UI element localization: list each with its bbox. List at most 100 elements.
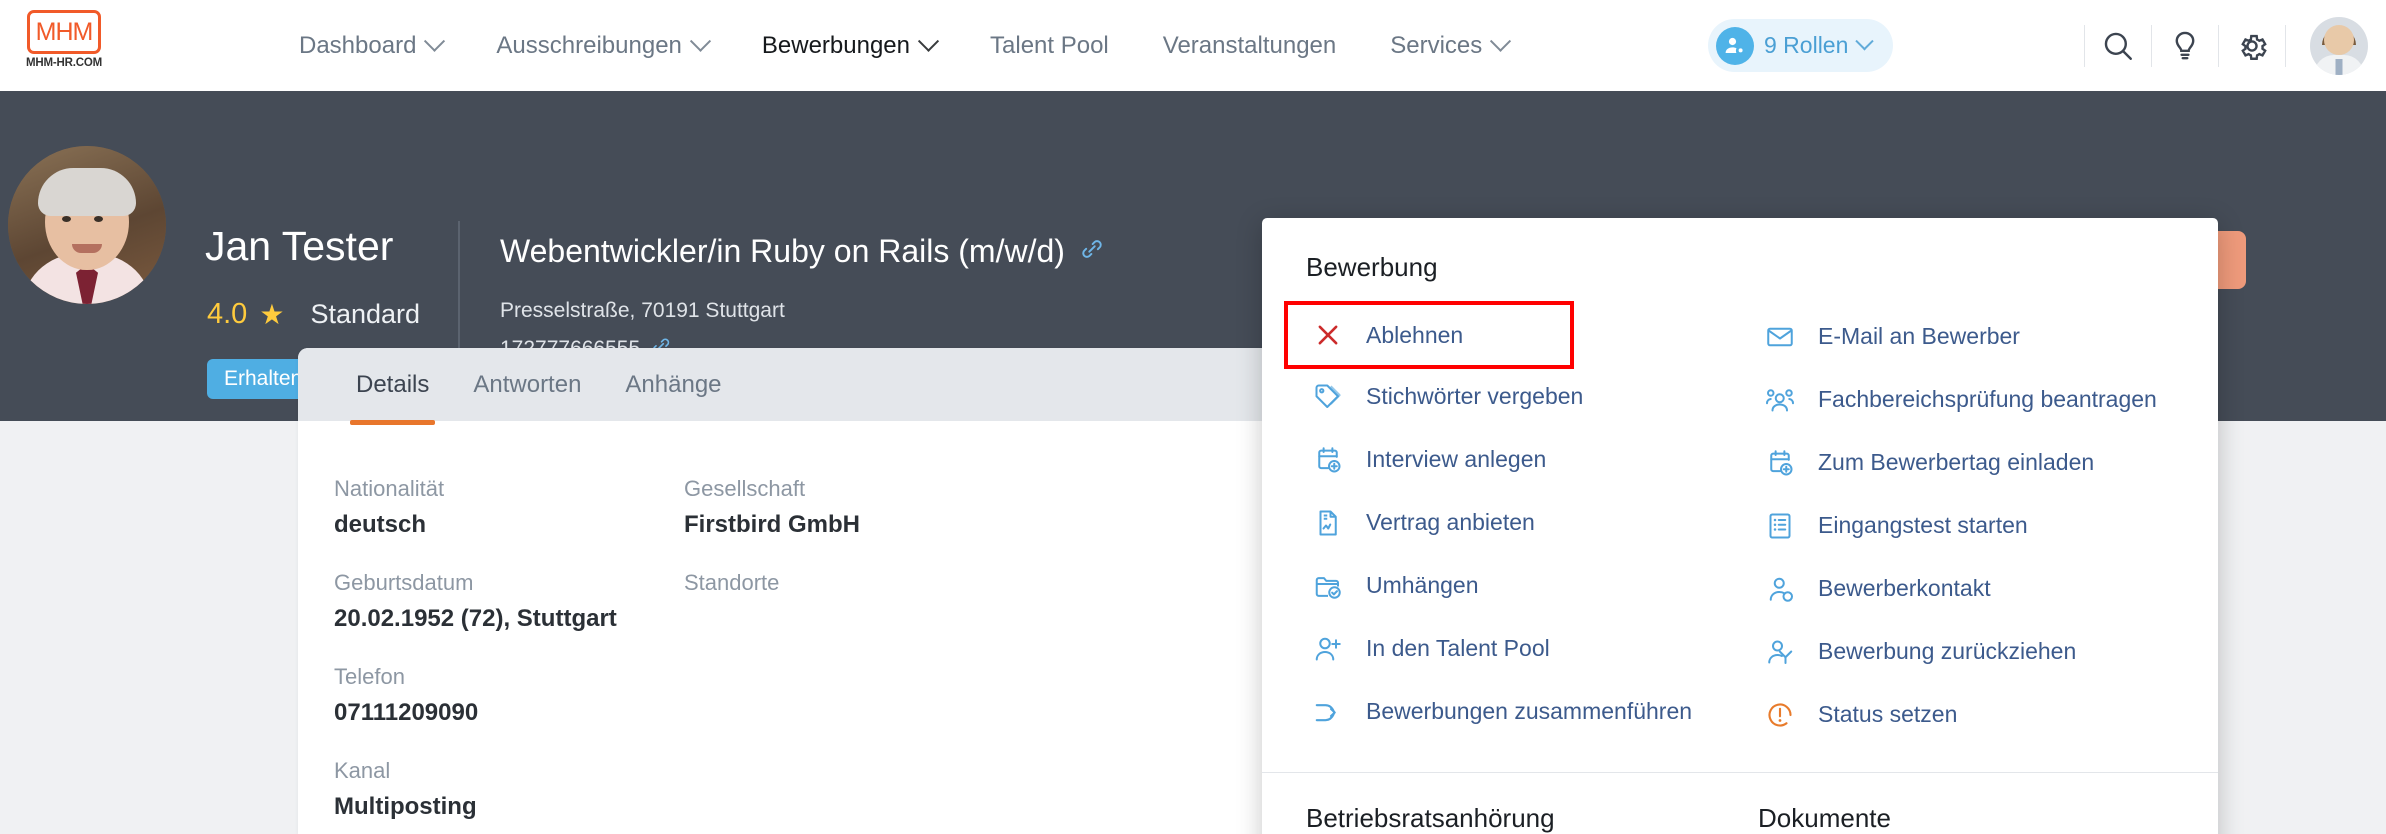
menu-item-email-an-bewerber[interactable]: E-Mail an Bewerber <box>1758 305 2174 368</box>
nav-item-services[interactable]: Services <box>1363 30 1535 60</box>
menu-item-fachbereichspruefung-beantragen[interactable]: Fachbereichsprüfung beantragen <box>1758 368 2174 431</box>
photo-mouth <box>72 243 102 253</box>
contact-address: Presselstraße, 70191 Stuttgart <box>500 299 785 323</box>
chevron-down-icon <box>1490 30 1512 52</box>
menu-footer-sections: Betriebsratsanhörung Dokumente <box>1262 773 2218 834</box>
candidate-photo[interactable] <box>8 146 166 304</box>
candidate-rating: 4.0 ★ Standard <box>207 298 420 331</box>
nav-item-talent-pool[interactable]: Talent Pool <box>963 32 1136 60</box>
menu-item-bewerbungen-zusammenfuehren[interactable]: Bewerbungen zusammenführen <box>1306 680 1722 743</box>
menu-item-stichwoerter-vergeben[interactable]: Stichwörter vergeben <box>1306 365 1722 428</box>
menu-item-label: Interview anlegen <box>1366 446 1547 472</box>
roles-badge-button[interactable]: 9 Rollen <box>1708 19 1894 72</box>
actions-dropdown-panel: Bewerbung Ablehnen Stichwörter vergeben … <box>1262 218 2218 834</box>
menu-items-grid: Ablehnen Stichwörter vergeben Interview … <box>1262 301 2218 772</box>
field-label: Telefon <box>334 664 405 689</box>
list-document-icon <box>1764 510 1796 542</box>
menu-item-label: Vertrag anbieten <box>1366 509 1535 535</box>
nav-item-dashboard[interactable]: Dashboard <box>272 30 469 60</box>
nav-label: Dashboard <box>299 31 417 59</box>
field-value: 20.02.1952 (72), Stuttgart <box>334 605 617 632</box>
menu-section-title-dokumente: Dokumente <box>1758 803 1891 833</box>
nav-label: Services <box>1390 31 1483 59</box>
user-avatar[interactable] <box>2310 16 2368 75</box>
rating-label: Standard <box>310 299 421 329</box>
photo-eye-left <box>62 215 71 222</box>
menu-item-ablehnen[interactable]: Ablehnen <box>1284 301 1574 369</box>
nav-label: Veranstaltungen <box>1162 31 1337 59</box>
menu-item-zum-bewerbertag-einladen[interactable]: Zum Bewerbertag einladen <box>1758 431 2174 494</box>
rating-value: 4.0 <box>207 298 248 330</box>
logo-subtitle: MHM-HR.COM <box>26 57 102 69</box>
nav-item-ausschreibungen[interactable]: Ausschreibungen <box>469 30 734 60</box>
tab-label: Details <box>356 370 430 398</box>
menu-item-interview-anlegen[interactable]: Interview anlegen <box>1306 428 1722 491</box>
avatar-face <box>2324 24 2354 55</box>
nav-label: Bewerbungen <box>761 31 911 59</box>
tab-anhaenge[interactable]: Anhänge <box>603 348 743 421</box>
menu-item-umhaengen[interactable]: Umhängen <box>1306 554 1722 617</box>
photo-hair <box>38 168 136 217</box>
avatar-tie <box>2335 58 2343 75</box>
field-value: deutsch <box>334 511 427 538</box>
menu-column-right: E-Mail an Bewerber Fachbereichsprüfung b… <box>1758 305 2174 746</box>
menu-item-bewerberkontakt[interactable]: Bewerberkontakt <box>1758 557 2174 620</box>
menu-item-label: Bewerberkontakt <box>1818 575 1991 601</box>
field-nationalitaet: Nationalität deutsch <box>334 476 684 539</box>
tab-details[interactable]: Details <box>334 348 451 425</box>
application-root: MHM MHM-HR.COM Dashboard Ausschreibungen… <box>0 0 2386 834</box>
folder-check-icon <box>1312 570 1344 602</box>
menu-item-label: Status setzen <box>1818 701 1958 727</box>
primary-nav: Dashboard Ausschreibungen Bewerbungen Ta… <box>272 0 1535 91</box>
menu-item-in-den-talent-pool[interactable]: In den Talent Pool <box>1306 617 1722 680</box>
calendar-plus-icon <box>1312 444 1344 476</box>
job-title: Webentwickler/in Ruby on Rails (m/w/d) <box>500 233 1105 270</box>
calendar-plus-icon <box>1764 447 1796 479</box>
top-navigation-bar: MHM MHM-HR.COM Dashboard Ausschreibungen… <box>0 0 2386 91</box>
menu-item-label: Stichwörter vergeben <box>1366 383 1584 409</box>
chevron-down-icon <box>689 30 711 52</box>
candidate-name: Jan Tester <box>205 223 394 269</box>
field-kanal: Kanal Multiposting <box>334 758 684 821</box>
menu-column-left: Ablehnen Stichwörter vergeben Interview … <box>1284 301 1722 746</box>
menu-item-eingangstest-starten[interactable]: Eingangstest starten <box>1758 494 2174 557</box>
menu-item-label: Bewerbung zurückziehen <box>1818 638 2077 664</box>
field-telefon: Telefon 07111209090 <box>334 664 684 727</box>
job-title-text: Webentwickler/in Ruby on Rails (m/w/d) <box>500 233 1065 269</box>
logo-text: MHM <box>35 17 94 46</box>
star-icon: ★ <box>259 298 285 330</box>
document-icon <box>1312 507 1344 539</box>
lightbulb-icon[interactable] <box>2152 0 2218 91</box>
chevron-down-icon <box>424 30 446 52</box>
nav-item-veranstaltungen[interactable]: Veranstaltungen <box>1136 32 1363 60</box>
field-label: Geburtsdatum <box>334 570 474 595</box>
menu-item-label: Fachbereichsprüfung beantragen <box>1818 386 2157 412</box>
details-column-left: Nationalität deutsch Geburtsdatum 20.02.… <box>334 476 684 821</box>
nav-label: Talent Pool <box>990 31 1109 59</box>
field-geburtsdatum: Geburtsdatum 20.02.1952 (72), Stuttgart <box>334 570 684 633</box>
roles-badge-label: 9 Rollen <box>1764 32 1849 58</box>
chevron-down-icon <box>917 30 940 52</box>
photo-eye-right <box>94 215 103 222</box>
search-icon[interactable] <box>2085 0 2151 91</box>
nav-item-bewerbungen[interactable]: Bewerbungen <box>735 30 963 60</box>
tab-label: Antworten <box>473 370 582 398</box>
tag-icon <box>1312 381 1344 413</box>
menu-item-status-setzen[interactable]: Status setzen <box>1758 683 2174 746</box>
users-group-icon <box>1764 384 1796 416</box>
gear-icon[interactable] <box>2219 0 2285 91</box>
link-icon[interactable] <box>1079 236 1105 268</box>
x-mark-icon <box>1312 319 1344 351</box>
menu-item-vertrag-anbieten[interactable]: Vertrag anbieten <box>1306 491 1722 554</box>
tab-antworten[interactable]: Antworten <box>451 348 603 421</box>
logo-box-icon: MHM <box>27 10 101 54</box>
brand-logo[interactable]: MHM MHM-HR.COM <box>18 10 110 69</box>
menu-item-bewerbung-zurueckziehen[interactable]: Bewerbung zurückziehen <box>1758 620 2174 683</box>
user-plus-icon <box>1312 633 1344 665</box>
nav-label: Ausschreibungen <box>496 31 682 59</box>
nav-utility-group <box>2084 0 2368 91</box>
menu-item-label: Zum Bewerbertag einladen <box>1818 449 2095 475</box>
menu-item-label: Bewerbungen zusammenführen <box>1366 698 1693 724</box>
user-gear-icon <box>1716 26 1754 65</box>
chevron-down-icon <box>1855 32 1875 51</box>
